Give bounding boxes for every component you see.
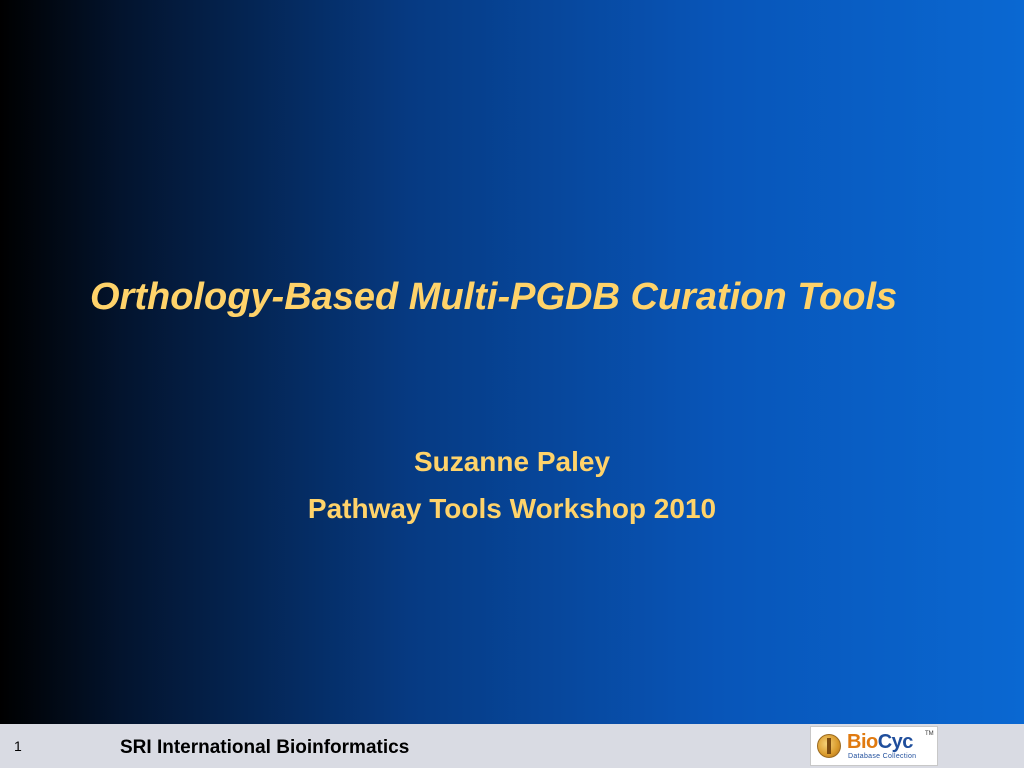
page-number: 1	[14, 738, 22, 754]
slide-title: Orthology-Based Multi-PGDB Curation Tool…	[90, 276, 898, 318]
author-name: Suzanne Paley	[413, 446, 611, 477]
biocyc-wordmark: BioCyc	[847, 731, 913, 753]
event-name: Pathway Tools Workshop 2010	[307, 493, 717, 524]
biocyc-logo: BioCyc TM Database Collection	[810, 726, 938, 766]
logo-subtitle: Database Collection	[848, 753, 917, 760]
slide-background: Orthology-Based Multi-PGDB Curation Tool…	[0, 0, 1024, 724]
biocyc-emblem-icon	[817, 734, 841, 758]
logo-trademark: TM	[925, 731, 934, 737]
logo-bio-text: Bio	[847, 731, 878, 753]
slide-footer: 1 SRI International Bioinformatics BioCy…	[0, 724, 1024, 768]
footer-organization: SRI International Bioinformatics	[120, 737, 410, 758]
logo-cyc-text: Cyc	[877, 731, 914, 753]
